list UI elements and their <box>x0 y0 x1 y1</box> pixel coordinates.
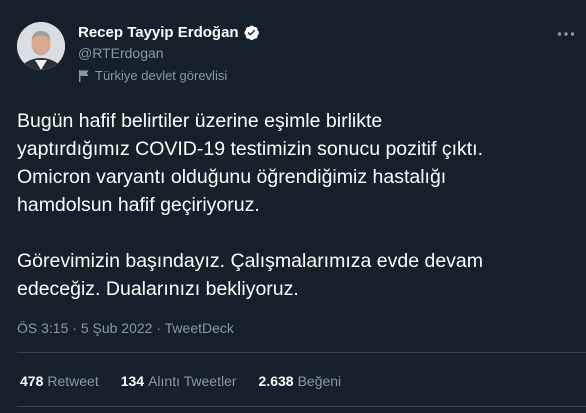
retweets-stat[interactable]: 478 Retweet <box>20 373 99 389</box>
more-horizontal-icon <box>557 32 575 36</box>
government-label-text: Türkiye devlet görevlisi <box>95 68 228 83</box>
more-options-button[interactable] <box>556 24 576 44</box>
tweet-card: Recep Tayyip Erdoğan @RTErdogan Türkiye … <box>0 0 586 413</box>
quote-tweets-label: Alıntı Tweetler <box>148 373 237 389</box>
flag-icon <box>78 69 90 82</box>
meta-separator: · <box>156 320 162 336</box>
tweet-text-line: yaptırdığımız COVID-19 testimizin sonucu… <box>17 138 483 160</box>
tweet-source[interactable]: TweetDeck <box>165 320 234 336</box>
author-display-name[interactable]: Recep Tayyip Erdoğan <box>78 24 239 41</box>
tweet-text-line: Omicron varyantı olduğunu öğrendiğimiz h… <box>17 166 447 188</box>
divider <box>17 406 586 407</box>
meta-separator: · <box>72 320 77 336</box>
tweet-stats: 478 Retweet 134 Alıntı Tweetler 2.638 Beğen… <box>20 373 341 389</box>
tweet-time[interactable]: ÖS 3:15 <box>17 320 68 336</box>
tweet-text-line: hamdolsun hafif geçiriyoruz. <box>17 194 260 216</box>
tweet-date[interactable]: 5 Şub 2022 <box>81 320 153 336</box>
quote-tweets-count: 134 <box>120 373 145 389</box>
likes-count: 2.638 <box>258 373 294 389</box>
tweet-text: Bugün hafif belirtiler üzerine eşimle bi… <box>17 107 577 303</box>
avatar[interactable] <box>17 22 65 70</box>
government-label: Türkiye devlet görevlisi <box>78 68 227 83</box>
divider <box>17 352 586 353</box>
retweets-label: Retweet <box>47 373 99 389</box>
tweet-text-line: Görevimizin başındayız. Çalışmalarımıza … <box>17 250 484 272</box>
likes-stat[interactable]: 2.638 Beğeni <box>259 373 342 389</box>
tweet-text-line: Bugün hafif belirtiler üzerine eşimle bi… <box>17 110 383 132</box>
author-handle[interactable]: @RTErdogan <box>78 45 164 61</box>
avatar-photo <box>17 22 65 70</box>
tweet-text-line: edeceğiz. Dualarınızı bekliyoruz. <box>17 278 299 300</box>
likes-label: Beğeni <box>297 373 342 389</box>
verified-badge-icon <box>243 24 260 41</box>
retweets-count: 478 <box>20 373 44 389</box>
author-name-row: Recep Tayyip Erdoğan <box>78 24 260 41</box>
tweet-meta: ÖS 3:15 · 5 Şub 2022 · TweetDeck <box>17 320 234 336</box>
quote-tweets-stat[interactable]: 134 Alıntı Tweetler <box>121 373 237 389</box>
